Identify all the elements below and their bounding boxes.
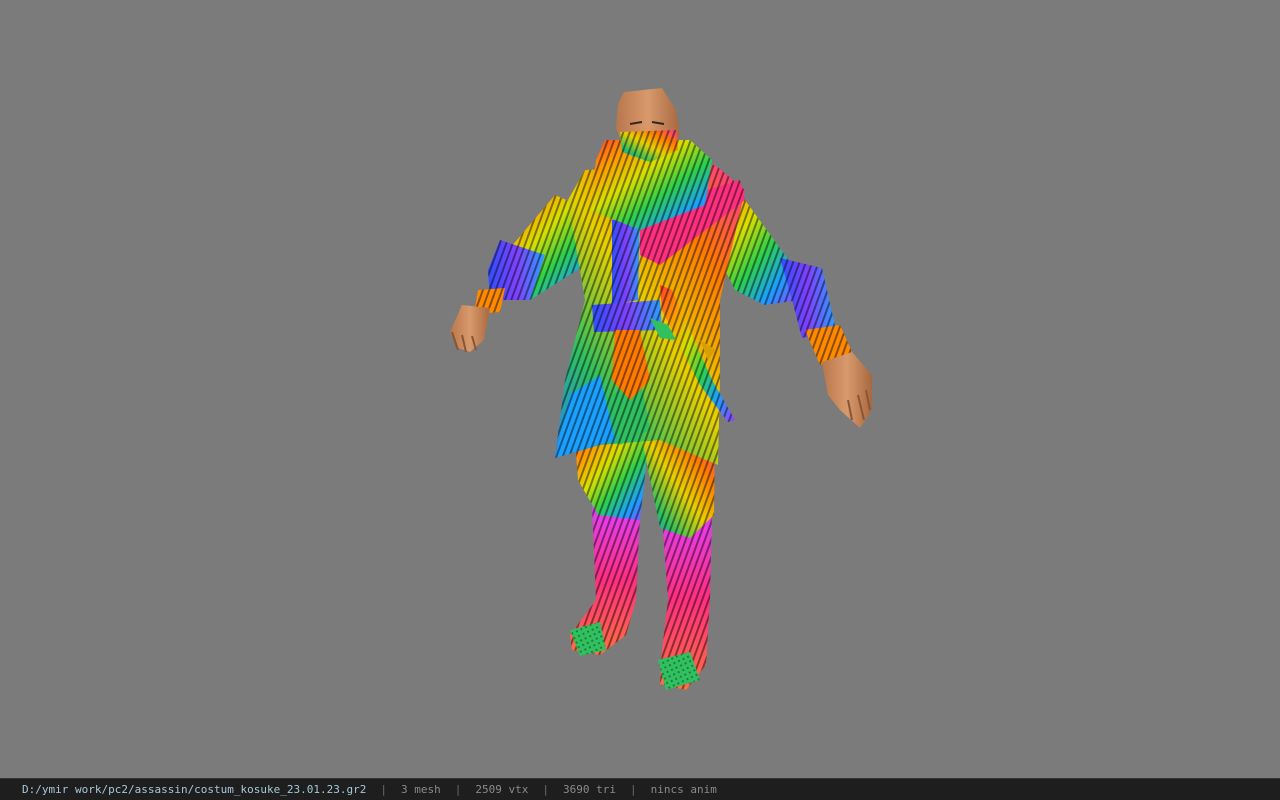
separator: | — [542, 783, 549, 796]
status-bar: D:/ymir work/pc2/assassin/costum_kosuke_… — [0, 778, 1280, 800]
3d-viewport[interactable] — [0, 0, 1280, 778]
mesh-count: 3 mesh — [401, 783, 441, 796]
anim-status: nincs anim — [650, 783, 717, 796]
triangle-count: 3690 tri — [562, 783, 616, 796]
file-path: D:/ymir work/pc2/assassin/costum_kosuke_… — [22, 783, 367, 796]
vertex-count: 2509 vtx — [475, 783, 529, 796]
separator: | — [629, 783, 637, 796]
left-hand — [450, 305, 490, 353]
head — [616, 88, 680, 162]
right-hand — [822, 352, 872, 428]
character-model — [450, 88, 872, 690]
separator: | — [380, 783, 387, 796]
separator: | — [454, 783, 462, 796]
left-boot — [570, 505, 640, 656]
